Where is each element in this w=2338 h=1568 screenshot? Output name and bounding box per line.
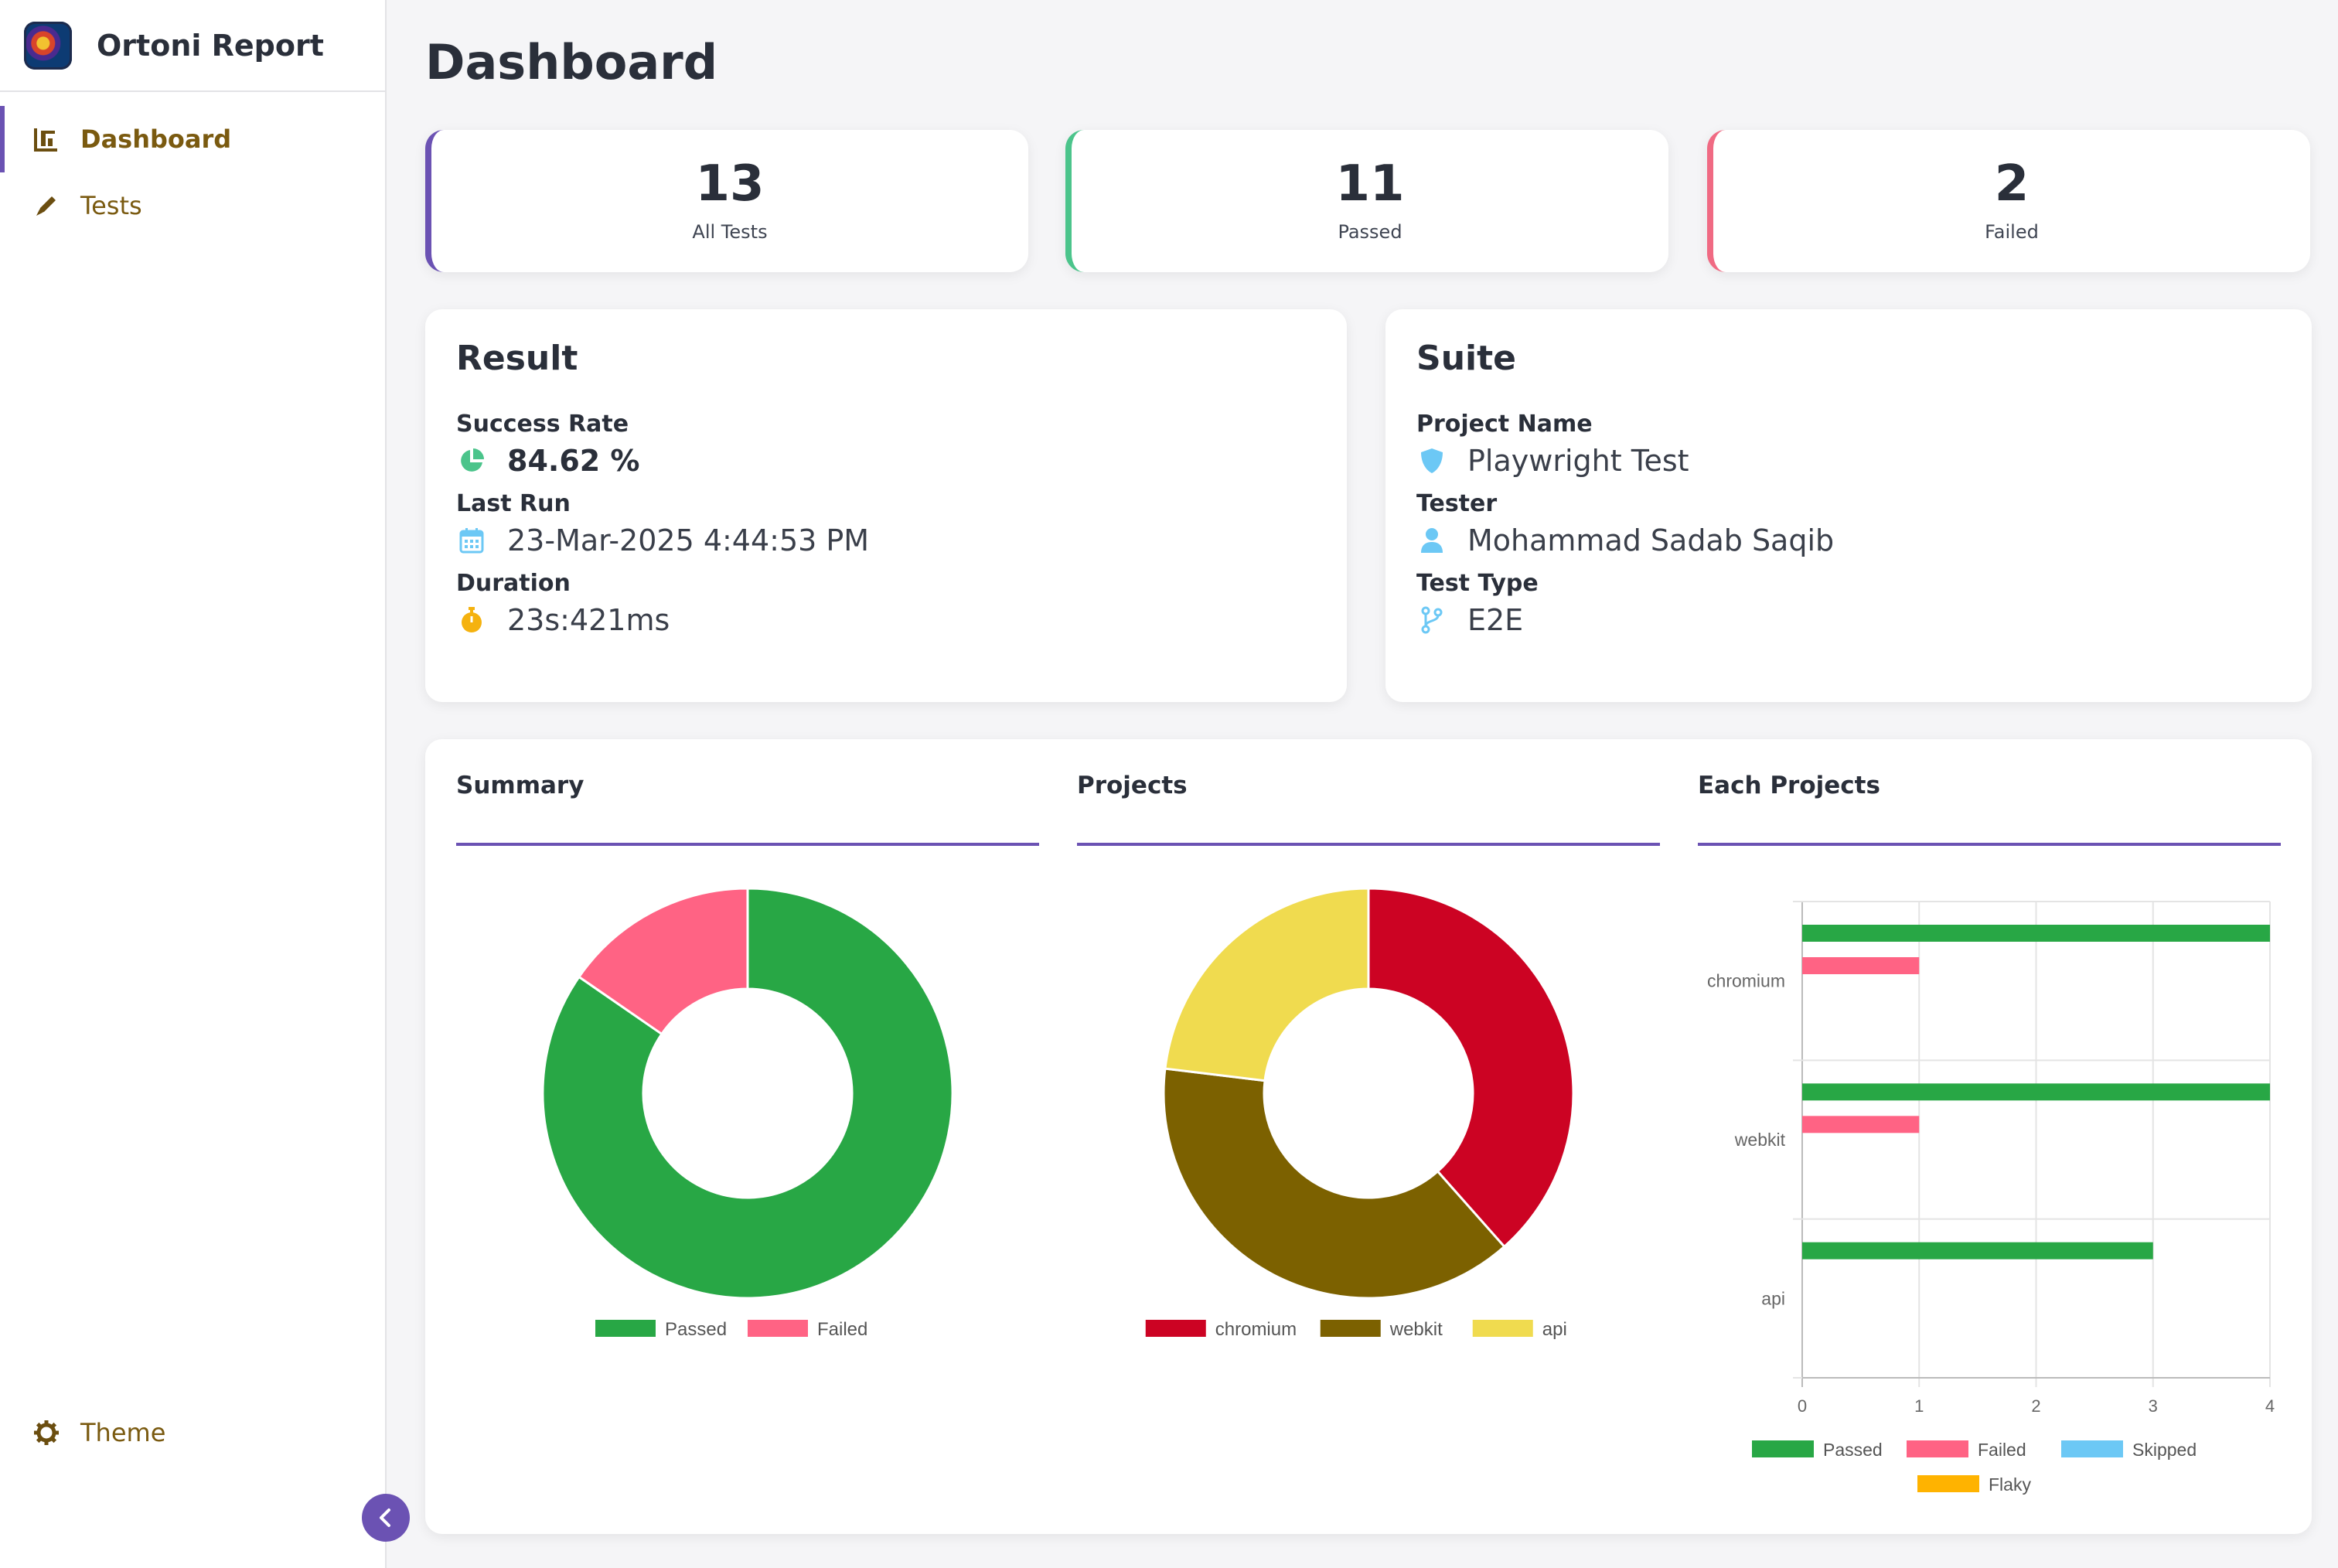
project-name-label: Project Name — [1416, 411, 1593, 438]
theme-toggle[interactable]: Theme — [0, 1399, 385, 1466]
legend-swatch-failed[interactable] — [748, 1320, 808, 1337]
stat-value: 2 — [1994, 155, 2030, 213]
stat-label: Failed — [1985, 221, 2039, 243]
each-projects-bar-chart: 0 1 2 3 4 chromium webkit api Passed Failed Skippe… — [1707, 901, 2275, 1495]
sidebar-bottom: Theme — [0, 1399, 385, 1466]
legend-swatch-flaky[interactable] — [1917, 1475, 1979, 1492]
legend-label-flaky[interactable]: Flaky — [1989, 1474, 2031, 1495]
stat-value: 13 — [695, 155, 765, 213]
chevron-left-icon — [380, 1508, 390, 1527]
project-name-text: Playwright Test — [1467, 444, 1689, 478]
tester-label: Tester — [1416, 490, 1498, 517]
bar-webkit-passed[interactable] — [1802, 1083, 2270, 1101]
user-icon — [1416, 525, 1447, 556]
y-tick-label-chromium: chromium — [1707, 971, 1785, 991]
tester-value: Mohammad Sadab Saqib — [1416, 517, 2281, 564]
x-tick-label: 0 — [1798, 1396, 1807, 1416]
brand-name: Ortoni Report — [97, 28, 324, 63]
gear-icon — [31, 1417, 62, 1448]
projects-chart-panel: Projects chromium webkit api — [1077, 739, 1660, 1534]
each-projects-chart-panel: Each Projects 0 1 2 3 4 chromium webkit api Pass… — [1698, 739, 2281, 1534]
legend-swatch-passed[interactable] — [1752, 1440, 1814, 1457]
stat-card-all-tests[interactable]: 13 All Tests — [425, 130, 1028, 272]
sidebar-item-dashboard[interactable]: Dashboard — [0, 106, 385, 172]
sidebar-collapse-button[interactable] — [362, 1494, 410, 1542]
result-title: Result — [456, 339, 578, 378]
legend-swatch-skipped[interactable] — [2061, 1440, 2123, 1457]
theme-label: Theme — [80, 1418, 166, 1447]
y-tick-label-api: api — [1761, 1288, 1785, 1308]
legend-swatch-passed[interactable] — [595, 1320, 656, 1337]
stat-value: 11 — [1335, 155, 1405, 213]
legend-swatch-failed[interactable] — [1907, 1440, 1968, 1457]
suite-title: Suite — [1416, 339, 1516, 378]
tester-text: Mohammad Sadab Saqib — [1467, 523, 1835, 557]
test-type-value: E2E — [1416, 597, 2281, 643]
y-tick-label-webkit: webkit — [1734, 1130, 1786, 1150]
x-tick-label: 1 — [1914, 1396, 1924, 1416]
bar-chart-icon — [31, 124, 62, 155]
sidebar-item-tests[interactable]: Tests — [0, 172, 385, 239]
result-card: Result Success Rate 84.62 % Last Run 23-… — [425, 309, 1347, 702]
test-type-text: E2E — [1467, 603, 1524, 637]
stat-label: Passed — [1338, 221, 1402, 243]
suite-card: Suite Project Name Playwright Test Teste… — [1385, 309, 2312, 702]
last-run-label: Last Run — [456, 490, 571, 517]
sidebar-item-label: Tests — [80, 191, 142, 220]
app-root: Ortoni Report Dashboard Tests Theme Dash… — [0, 0, 2338, 1568]
branch-icon — [1416, 605, 1447, 636]
bar-chromium-failed[interactable] — [1802, 957, 1920, 974]
legend-label-passed[interactable]: Passed — [1823, 1440, 1883, 1460]
duration-text: 23s:421ms — [507, 603, 670, 637]
stopwatch-icon — [456, 605, 487, 636]
calendar-icon — [456, 525, 487, 556]
stat-label: All Tests — [692, 221, 768, 243]
legend-label-failed[interactable]: Failed — [1978, 1440, 2026, 1460]
success-rate-label: Success Rate — [456, 411, 629, 438]
legend-label-passed[interactable]: Passed — [665, 1319, 727, 1340]
legend-swatch-api[interactable] — [1472, 1320, 1533, 1337]
success-rate-value: 84.62 % — [456, 438, 1316, 484]
bar-webkit-failed[interactable] — [1802, 1116, 1920, 1133]
x-tick-label: 4 — [2265, 1396, 2275, 1416]
last-run-value: 23-Mar-2025 4:44:53 PM — [456, 517, 1316, 564]
pencil-icon — [31, 190, 62, 221]
pie-chart-icon — [456, 445, 487, 476]
bar-api-passed[interactable] — [1802, 1242, 2153, 1260]
legend-label-api[interactable]: api — [1542, 1319, 1567, 1340]
shield-icon — [1416, 445, 1447, 476]
sidebar: Ortoni Report Dashboard Tests Theme — [0, 0, 387, 1568]
brand-logo — [24, 21, 72, 70]
sidebar-nav: Dashboard Tests — [0, 92, 385, 239]
x-tick-label: 3 — [2149, 1396, 2158, 1416]
charts-card: Summary Passed Failed Projects chromium we… — [425, 739, 2312, 1534]
stat-card-passed[interactable]: 11 Passed — [1065, 130, 1668, 272]
test-type-label: Test Type — [1416, 570, 1539, 597]
stat-card-failed[interactable]: 2 Failed — [1707, 130, 2310, 272]
legend-label-skipped[interactable]: Skipped — [2132, 1440, 2197, 1460]
sidebar-item-label: Dashboard — [80, 124, 232, 154]
success-rate-text: 84.62 % — [507, 444, 640, 478]
donut-slice-api[interactable] — [1164, 887, 1370, 1082]
last-run-text: 23-Mar-2025 4:44:53 PM — [507, 523, 870, 557]
legend-label-chromium[interactable]: chromium — [1215, 1319, 1297, 1340]
x-tick-label: 2 — [2031, 1396, 2040, 1416]
legend-label-failed[interactable]: Failed — [817, 1319, 867, 1340]
legend-swatch-chromium[interactable] — [1145, 1320, 1206, 1337]
summary-chart-panel: Summary Passed Failed — [456, 739, 1039, 1534]
project-name-value: Playwright Test — [1416, 438, 2281, 484]
bar-chromium-passed[interactable] — [1802, 925, 2270, 942]
legend-label-webkit[interactable]: webkit — [1389, 1319, 1443, 1340]
brand[interactable]: Ortoni Report — [0, 0, 385, 92]
duration-label: Duration — [456, 570, 571, 597]
projects-donut-chart: chromium webkit api — [1145, 887, 1575, 1340]
summary-donut-chart: Passed Failed — [541, 887, 954, 1340]
legend-swatch-webkit[interactable] — [1320, 1320, 1381, 1337]
duration-value: 23s:421ms — [456, 597, 1316, 643]
page-title: Dashboard — [425, 34, 718, 90]
